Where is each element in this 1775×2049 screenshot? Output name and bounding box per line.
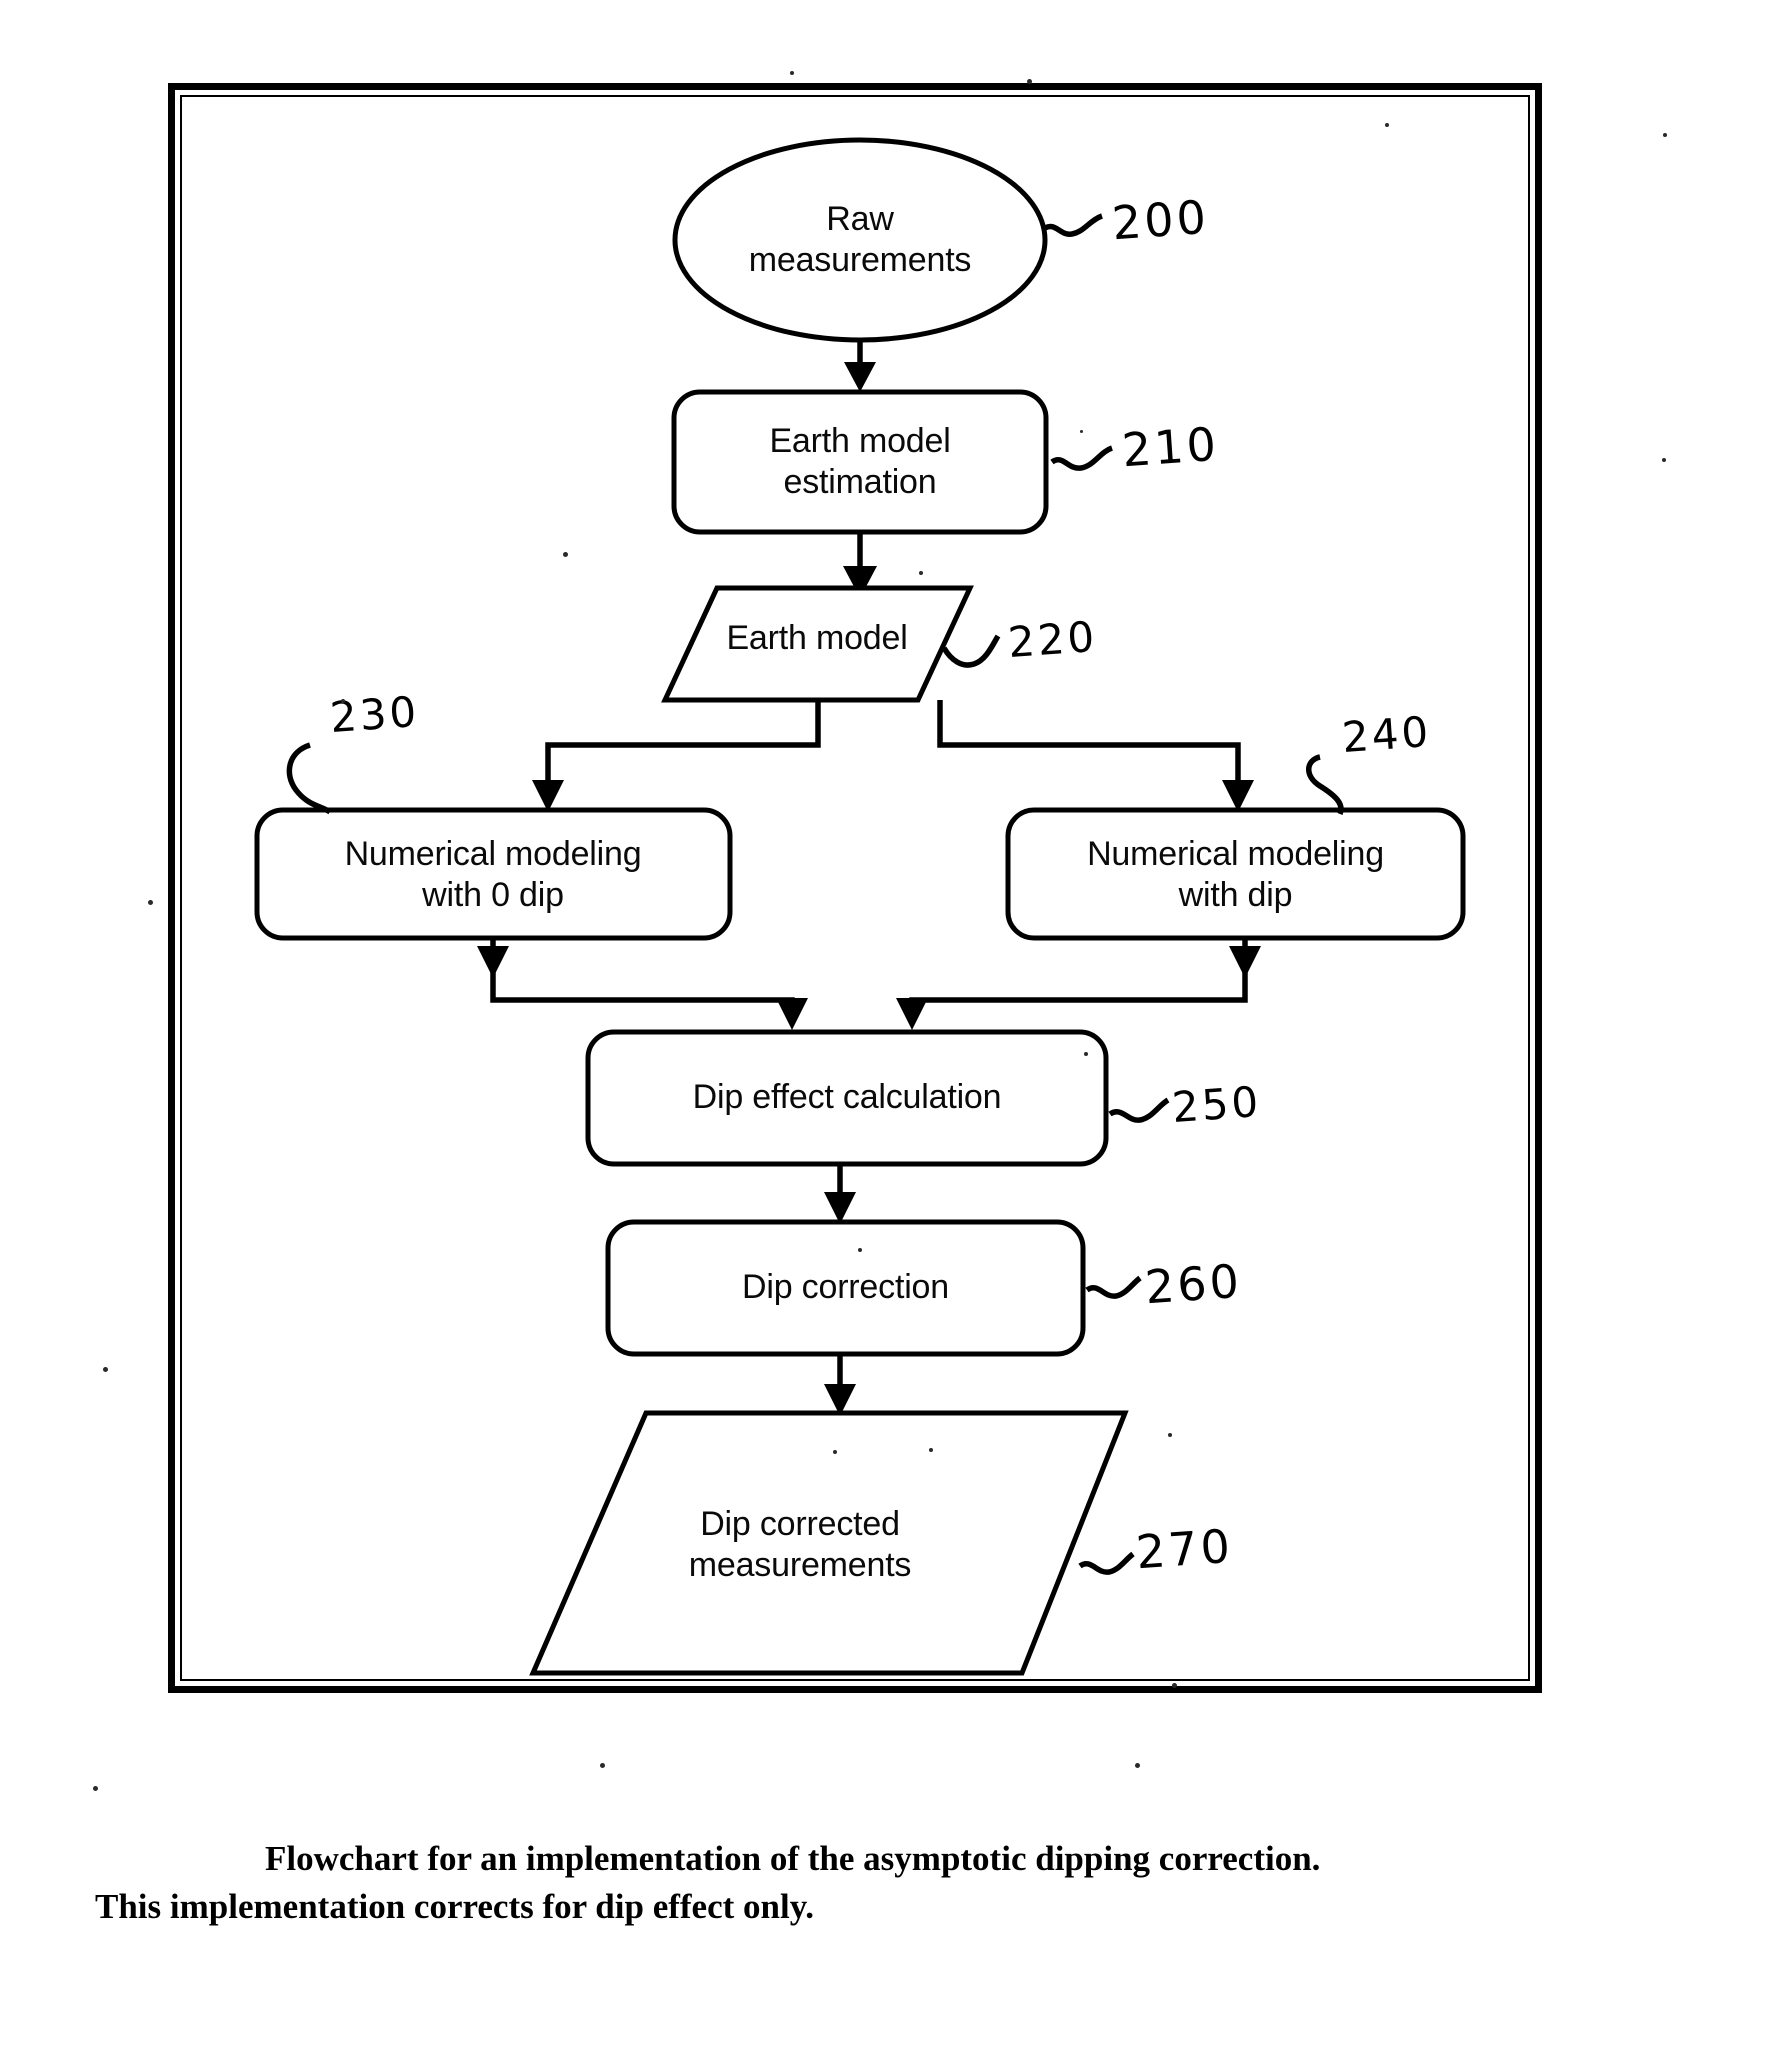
edge-zero-dip-to-dip-effect-arrowhead: [776, 998, 808, 1030]
leader-270: [1078, 1551, 1135, 1575]
ref-numeral-230: 230: [328, 686, 421, 743]
leader-240: [1306, 754, 1344, 816]
node-dip-corrected-measurements-shape: [529, 1410, 1129, 1676]
node-dip-effect-calculation-shape: [585, 1029, 1109, 1167]
edge-earthmodel-to-with-dip: [937, 700, 1241, 790]
edge-with-dip-to-dip-effect-arrowhead: [896, 998, 928, 1030]
ref-numeral-250: 250: [1170, 1076, 1263, 1133]
leader-230: [286, 742, 332, 815]
node-earth-model-shape: [661, 585, 974, 703]
scan-speck: [790, 71, 794, 75]
edge-with-dip-to-dip-effect: [909, 970, 1248, 1010]
node-numerical-modeling-with-dip-shape: [1005, 807, 1466, 941]
flowchart-canvas: [254, 137, 1466, 1676]
edge-earthmodel-to-with-dip-arrowhead: [1222, 780, 1254, 812]
leader-210: [1050, 445, 1114, 471]
caption-line-2: This implementation corrects for dip eff…: [95, 1887, 815, 1927]
edge-earthmodel-to-zero-dip-arrowhead: [532, 780, 564, 812]
scan-speck: [919, 571, 923, 575]
edge-dip-effect-to-correction-arrowhead: [824, 1192, 856, 1224]
ref-numeral-200: 200: [1110, 189, 1211, 251]
ref-numeral-260: 260: [1143, 1253, 1244, 1315]
edge-raw-to-estimation-arrowhead: [844, 362, 876, 392]
leader-220: [941, 634, 1001, 668]
ref-numeral-240: 240: [1340, 706, 1433, 763]
ref-numeral-210: 210: [1120, 416, 1221, 478]
scan-speck: [1172, 1683, 1177, 1688]
leader-250: [1108, 1097, 1170, 1123]
node-dip-correction-shape: [605, 1219, 1086, 1357]
scan-speck: [1027, 79, 1032, 84]
scan-speck: [1084, 1052, 1088, 1056]
ref-numeral-220: 220: [1006, 611, 1099, 668]
scan-speck: [1663, 133, 1667, 137]
edge-zero-dip-to-dip-effect: [490, 970, 795, 1010]
scan-speck: [858, 1248, 862, 1252]
scan-speck: [833, 1450, 837, 1454]
edge-earthmodel-to-zero-dip: [545, 700, 821, 790]
scan-speck: [563, 552, 568, 557]
scan-speck: [1135, 1763, 1140, 1768]
leader-200: [1043, 213, 1104, 237]
node-numerical-modeling-zero-dip-shape: [254, 807, 733, 941]
leader-260: [1085, 1275, 1142, 1299]
scan-speck: [1080, 430, 1083, 433]
node-earth-model-estimation-shape: [671, 389, 1049, 535]
caption-line-1: Flowchart for an implementation of the a…: [265, 1839, 1321, 1878]
node-raw-measurements-shape: [672, 137, 1048, 343]
figure-page: Raw measurements Earth model estimation …: [0, 0, 1775, 2049]
scan-speck: [103, 1367, 108, 1372]
scan-speck: [1662, 458, 1666, 462]
figure-caption: Flowchart for an implementation of the a…: [95, 1835, 1695, 1932]
scan-speck: [1385, 123, 1389, 127]
scan-speck: [341, 699, 345, 703]
scan-speck: [1168, 1433, 1172, 1437]
scan-speck: [600, 1763, 605, 1768]
ref-numeral-270: 270: [1134, 1518, 1235, 1580]
scan-speck: [929, 1448, 933, 1452]
scan-speck: [148, 900, 153, 905]
scan-speck: [93, 1786, 98, 1791]
